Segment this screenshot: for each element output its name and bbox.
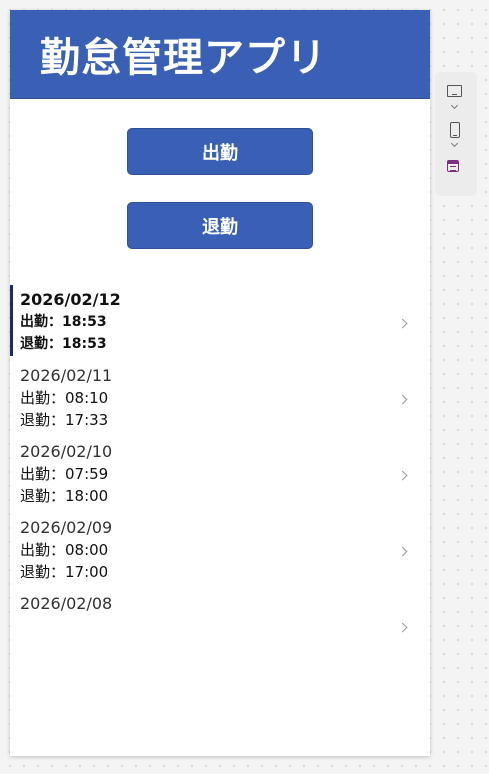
record-date: 2026/02/12	[20, 290, 121, 309]
record-clock-in: 出勤：18:53	[20, 314, 107, 330]
chevron-right-icon[interactable]	[397, 622, 408, 633]
list-item[interactable]: 2026/02/09 出勤：08:00 退勤：17:00	[10, 513, 430, 589]
record-date: 2026/02/11	[20, 366, 113, 385]
record-clock-out: 退勤：18:00	[20, 487, 109, 505]
record-clock-out: 退勤：17:00	[20, 563, 109, 581]
app-header: 勤怠管理アプリ	[10, 10, 430, 99]
app-screen: 勤怠管理アプリ 出勤 退勤 2026/02/12 出勤：18:53 退勤：18:…	[10, 10, 430, 756]
clock-out-button[interactable]: 退勤	[127, 202, 313, 249]
record-date: 2026/02/10	[20, 442, 113, 461]
device-toolbar	[435, 72, 477, 196]
app-title: 勤怠管理アプリ	[40, 35, 327, 81]
list-item[interactable]: 2026/02/10 出勤：07:59 退勤：18:00	[10, 437, 430, 513]
record-clock-out: 退勤：17:33	[20, 411, 109, 429]
tablet-icon[interactable]	[447, 85, 462, 97]
chevron-down-icon[interactable]	[450, 139, 459, 148]
record-date: 2026/02/09	[20, 518, 113, 537]
record-clock-in: 出勤：08:10	[20, 389, 109, 407]
record-clock-in: 出勤：07:59	[20, 465, 109, 483]
record-date: 2026/02/08	[20, 594, 113, 613]
attendance-list: 2026/02/12 出勤：18:53 退勤：18:53 2026/02/11 …	[10, 285, 430, 665]
record-clock-out: 退勤：18:53	[20, 336, 107, 352]
list-item[interactable]: 2026/02/08	[10, 589, 430, 665]
phone-icon[interactable]	[450, 122, 460, 138]
record-clock-in: 出勤：08:00	[20, 541, 109, 559]
list-item[interactable]: 2026/02/12 出勤：18:53 退勤：18:53	[10, 285, 430, 361]
clock-in-button[interactable]: 出勤	[127, 128, 313, 175]
form-icon[interactable]	[447, 160, 459, 172]
chevron-down-icon[interactable]	[450, 101, 459, 110]
list-item[interactable]: 2026/02/11 出勤：08:10 退勤：17:33	[10, 361, 430, 437]
